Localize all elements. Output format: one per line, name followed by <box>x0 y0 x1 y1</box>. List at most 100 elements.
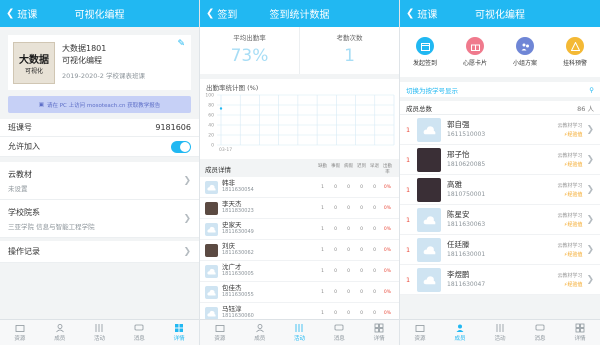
back-button[interactable]: ❮ 签到 <box>206 6 237 21</box>
tab-label: 详情 <box>574 336 586 342</box>
member-id: 1811630055 <box>222 292 254 298</box>
tab-resources[interactable]: 资源 <box>400 320 440 345</box>
class-code-label: 班课号 <box>8 123 32 132</box>
member-row[interactable]: 1 邢子怡 1810620085 云教材学习 ⚡经验值 ❯ <box>400 145 600 175</box>
experience-label: 经验值 <box>567 191 583 198</box>
member-id: 1811630049 <box>222 229 254 235</box>
experience-tag: ⚡经验值 <box>564 131 583 138</box>
start-checkin-button[interactable]: 发起签到 <box>400 27 450 77</box>
quick-label: 发起签到 <box>412 60 437 67</box>
chat-icon <box>334 324 344 331</box>
user-icon <box>456 324 464 332</box>
member-row[interactable]: 刘庆 1811630062 1 0 0 0 0 0% <box>200 240 399 261</box>
monitor-icon: ▣ <box>38 101 44 108</box>
cloud-textbook-row[interactable]: 云教材 未设置 ❯ <box>0 162 199 200</box>
member-row[interactable]: 韩非 1811630054 1 0 0 0 0 0% <box>200 177 399 198</box>
switch-display-bar[interactable]: 切换为按学号显示 ⚲ <box>400 82 600 97</box>
attendance-count-label: 考勤次数 <box>336 34 363 42</box>
member-total-header: 成员总数 86 人 <box>400 101 600 115</box>
member-detail-label: 成员详情 <box>205 166 231 174</box>
member-row[interactable]: 李天杰 1811830023 1 0 0 0 0 0% <box>200 198 399 219</box>
fail-warning-button[interactable]: 挂科预警 <box>550 27 600 77</box>
column-header: 迟到 <box>357 164 366 169</box>
group-plan-button[interactable]: 小组方案 <box>500 27 550 77</box>
member-rank: 1 <box>406 125 411 134</box>
tab-activities[interactable]: 活动 <box>480 320 520 345</box>
school-dept-row[interactable]: 学校院系 三亚学院 信息与智能工程学院 ❯ <box>0 200 199 238</box>
cover-title: 大数据 <box>19 54 49 66</box>
wish-card-button[interactable]: 心愿卡片 <box>450 27 500 77</box>
member-stat: 0 <box>334 205 337 211</box>
member-name: 高雅 <box>447 179 462 189</box>
member-name: 陈星安 <box>447 209 470 219</box>
allow-join-row: 允许加入 <box>0 137 199 157</box>
member-row[interactable]: 史家天 1811630049 1 0 0 0 0 0% <box>200 219 399 240</box>
member-name: 李天杰 <box>222 200 242 208</box>
search-icon[interactable]: ⚲ <box>589 86 594 94</box>
column-header: 早退 <box>370 164 379 169</box>
back-button[interactable]: ❮ 班课 <box>406 6 437 21</box>
tab-activities[interactable]: 活动 <box>80 320 120 345</box>
tab-details[interactable]: 详情 <box>560 320 600 345</box>
member-id: 1810750001 <box>447 190 486 198</box>
member-stat: 1 <box>321 247 324 253</box>
back-label: 签到 <box>217 10 238 21</box>
member-rank: 1 <box>406 275 411 284</box>
member-stat: 0% <box>383 247 392 253</box>
member-row[interactable]: 包佳杰 1811630055 1 0 0 0 0 0% <box>200 282 399 303</box>
member-stat: 0 <box>360 247 363 253</box>
member-row[interactable]: 1 任廷滕 1811630001 云教材学习 ⚡经验值 ❯ <box>400 235 600 265</box>
member-name: 史家天 <box>222 221 242 229</box>
cloud-book-status: 云教材学习 <box>557 182 583 189</box>
member-id: 1810620085 <box>447 160 486 168</box>
experience-tag: ⚡经验值 <box>564 161 583 168</box>
member-row[interactable]: 1 陈星安 1811630063 云教材学习 ⚡经验值 ❯ <box>400 205 600 235</box>
edit-icon[interactable]: ✎ <box>177 39 185 49</box>
school-dept-value: 三亚学院 信息与智能工程学院 <box>8 222 95 231</box>
pc-notice[interactable]: ▣ 请在 PC 上访问 mosoteach.cn 获取教学报告 <box>8 96 191 113</box>
tab-resources[interactable]: 资源 <box>200 320 240 345</box>
chevron-right-icon: ❯ <box>586 124 594 135</box>
member-id: 1811630054 <box>222 187 254 193</box>
experience-tag: ⚡经验值 <box>564 221 583 228</box>
course-card[interactable]: 大数据 可视化 大数据1801 可视化编程 2019-2020-2 学校课表班课… <box>8 35 191 90</box>
member-row[interactable]: 沈广才 1811630005 1 0 0 0 0 0% <box>200 261 399 282</box>
member-stat: 0% <box>383 310 392 316</box>
tab-messages[interactable]: 消息 <box>319 320 359 345</box>
tab-label: 消息 <box>534 336 546 342</box>
member-row[interactable]: 1 李煜鹏 1811630047 云教材学习 ⚡经验值 ❯ <box>400 265 600 295</box>
member-row[interactable]: 1 郭自强 1611510003 云教材学习 ⚡经验值 ❯ <box>400 115 600 145</box>
experience-label: 经验值 <box>567 251 583 258</box>
member-row[interactable]: 1 高雅 1810750001 云教材学习 ⚡经验值 ❯ <box>400 175 600 205</box>
cloud-book-status: 云教材学习 <box>557 152 583 159</box>
attendance-count-value: 1 <box>344 46 355 66</box>
tab-details[interactable]: 详情 <box>359 320 399 345</box>
avatar <box>205 285 218 299</box>
switch-display-label: 切换为按学号显示 <box>406 86 458 95</box>
attendance-stats-screen: ❮ 签到 签到统计数据 平均出勤率 73% 考勤次数 1 出勤率统计图 (%) … <box>200 0 400 345</box>
allow-join-toggle[interactable] <box>171 140 191 153</box>
member-detail-header: 成员详情 缺勤 事假 病假 迟到 早退 出勤率 <box>200 161 399 177</box>
member-total-count: 86 人 <box>577 104 594 113</box>
y-tick-label: 0 <box>211 143 214 149</box>
warning-icon <box>566 37 584 55</box>
tab-members[interactable]: 成员 <box>240 320 280 345</box>
tab-label: 活动 <box>494 336 506 342</box>
member-name: 任廷滕 <box>447 239 470 249</box>
class-code-row: 班课号 9181606 <box>0 119 199 137</box>
tab-activities[interactable]: 活动 <box>280 320 320 345</box>
tab-messages[interactable]: 消息 <box>119 320 159 345</box>
tab-messages[interactable]: 消息 <box>520 320 560 345</box>
bottom-tab-bar: 资源 成员 活动 消息 详情 <box>200 319 399 345</box>
member-id: 1811830023 <box>222 208 254 214</box>
tab-details[interactable]: 详情 <box>159 320 199 345</box>
back-button[interactable]: ❮ 班课 <box>6 6 37 21</box>
operation-log-row[interactable]: 操作记录 ❯ <box>0 241 199 263</box>
tab-resources[interactable]: 资源 <box>0 320 40 345</box>
tab-members[interactable]: 成员 <box>40 320 80 345</box>
member-stat: 0 <box>373 184 376 190</box>
x-tick-label: 03-17 <box>219 147 232 153</box>
member-stat: 0 <box>334 289 337 295</box>
tab-members[interactable]: 成员 <box>440 320 480 345</box>
attendance-summary: 平均出勤率 73% 考勤次数 1 <box>200 27 399 74</box>
